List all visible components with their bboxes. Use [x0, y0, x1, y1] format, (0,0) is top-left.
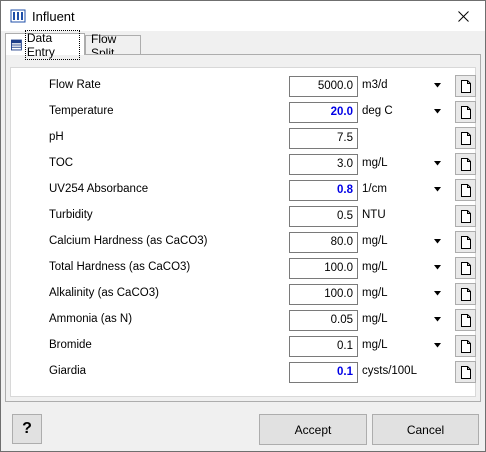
document-icon: [460, 105, 471, 119]
notes-button[interactable]: [455, 257, 476, 279]
parameter-row: Temperature 20.0 deg C: [11, 101, 477, 124]
unit-dropdown-arrow-icon[interactable]: [434, 317, 441, 322]
unit-dropdown-arrow-icon[interactable]: [434, 161, 441, 166]
parameters-list: Flow Rate 5000.0 m3/d Temperature 20.0 deg C p…: [10, 67, 476, 397]
parameter-label: Temperature: [49, 105, 114, 117]
parameter-row: Turbidity 0.5 NTU: [11, 205, 477, 228]
parameter-unit: deg C: [362, 105, 393, 117]
parameter-label: Giardia: [49, 365, 87, 377]
notes-button[interactable]: [455, 205, 476, 227]
unit-dropdown-arrow-icon[interactable]: [434, 109, 441, 114]
document-icon: [460, 313, 471, 327]
parameter-value-input[interactable]: 3.0: [289, 154, 358, 175]
parameter-row: TOC 3.0 mg/L: [11, 153, 477, 176]
unit-dropdown-arrow-icon[interactable]: [434, 83, 441, 88]
parameter-row: Giardia 0.1 cysts/100L: [11, 361, 477, 384]
parameter-value-input[interactable]: 100.0: [289, 284, 358, 305]
notes-button[interactable]: [455, 335, 476, 357]
parameter-unit: mg/L: [362, 313, 388, 325]
document-icon: [460, 131, 471, 145]
notes-button[interactable]: [455, 153, 476, 175]
notes-button[interactable]: [455, 179, 476, 201]
notes-button[interactable]: [455, 75, 476, 97]
help-button[interactable]: ?: [12, 414, 42, 444]
document-icon: [460, 157, 471, 171]
document-icon: [460, 339, 471, 353]
parameter-row: Bromide 0.1 mg/L: [11, 335, 477, 358]
parameter-value-input[interactable]: 0.05: [289, 310, 358, 331]
parameter-unit: mg/L: [362, 339, 388, 351]
parameter-label: Turbidity: [49, 209, 93, 221]
tab-data-entry-label: Data Entry: [24, 29, 81, 60]
document-icon: [460, 261, 471, 275]
parameter-unit: mg/L: [362, 287, 388, 299]
window-title: Influent: [32, 9, 75, 24]
parameter-row: Alkalinity (as CaCO3) 100.0 mg/L: [11, 283, 477, 306]
document-icon: [460, 209, 471, 223]
app-icon: [10, 9, 26, 23]
parameter-unit: m3/d: [362, 79, 388, 91]
parameter-unit: mg/L: [362, 235, 388, 247]
parameter-unit: 1/cm: [362, 183, 387, 195]
parameter-row: Calcium Hardness (as CaCO3) 80.0 mg/L: [11, 231, 477, 254]
parameter-label: pH: [49, 131, 64, 143]
title-bar: Influent: [1, 1, 485, 31]
notes-button[interactable]: [455, 101, 476, 123]
parameter-value-input[interactable]: 100.0: [289, 258, 358, 279]
tab-data-entry[interactable]: Data Entry: [5, 29, 85, 60]
parameter-unit: mg/L: [362, 261, 388, 273]
parameter-row: pH 7.5: [11, 127, 477, 150]
parameter-label: Ammonia (as N): [49, 313, 133, 325]
cancel-button[interactable]: Cancel: [372, 414, 479, 445]
parameter-row: UV254 Absorbance 0.8 1/cm: [11, 179, 477, 202]
notes-button[interactable]: [455, 231, 476, 253]
parameter-unit: NTU: [362, 209, 386, 221]
parameter-unit: cysts/100L: [362, 365, 417, 377]
parameter-value-input[interactable]: 0.5: [289, 206, 358, 227]
data-entry-panel: Flow Rate 5000.0 m3/d Temperature 20.0 deg C p…: [5, 54, 481, 402]
accept-button[interactable]: Accept: [259, 414, 367, 445]
close-button[interactable]: [441, 1, 485, 31]
influent-dialog: Influent Data Entry Flow Split Flow Rate…: [0, 0, 486, 452]
parameter-value-input[interactable]: 7.5: [289, 128, 358, 149]
document-icon: [460, 365, 471, 379]
parameter-value-input[interactable]: 5000.0: [289, 76, 358, 97]
document-icon: [460, 287, 471, 301]
notes-button[interactable]: [455, 283, 476, 305]
document-icon: [460, 183, 471, 197]
parameter-value-input[interactable]: 0.1: [289, 336, 358, 357]
notes-button[interactable]: [455, 127, 476, 149]
parameter-unit: mg/L: [362, 157, 388, 169]
parameter-label: Alkalinity (as CaCO3): [49, 287, 159, 299]
parameter-label: UV254 Absorbance: [49, 183, 149, 195]
document-icon: [460, 235, 471, 249]
parameter-value-input[interactable]: 20.0: [289, 102, 358, 123]
parameter-label: TOC: [49, 157, 74, 169]
unit-dropdown-arrow-icon[interactable]: [434, 291, 441, 296]
unit-dropdown-arrow-icon[interactable]: [434, 187, 441, 192]
unit-dropdown-arrow-icon[interactable]: [434, 343, 441, 348]
unit-dropdown-arrow-icon[interactable]: [434, 239, 441, 244]
unit-dropdown-arrow-icon[interactable]: [434, 265, 441, 270]
parameter-row: Flow Rate 5000.0 m3/d: [11, 75, 477, 98]
parameter-value-input[interactable]: 0.8: [289, 180, 358, 201]
parameter-row: Total Hardness (as CaCO3) 100.0 mg/L: [11, 257, 477, 280]
tab-flow-split[interactable]: Flow Split: [85, 32, 141, 60]
notes-button[interactable]: [455, 309, 476, 331]
parameter-label: Total Hardness (as CaCO3): [49, 261, 191, 273]
parameter-row: Ammonia (as N) 0.05 mg/L: [11, 309, 477, 332]
parameter-value-input[interactable]: 80.0: [289, 232, 358, 253]
parameter-label: Flow Rate: [49, 79, 101, 91]
notes-button[interactable]: [455, 361, 476, 383]
parameter-label: Calcium Hardness (as CaCO3): [49, 235, 208, 247]
document-icon: [460, 79, 471, 93]
close-icon: [457, 10, 469, 22]
parameter-label: Bromide: [49, 339, 92, 351]
table-icon: [11, 39, 22, 50]
parameter-value-input[interactable]: 0.1: [289, 362, 358, 383]
